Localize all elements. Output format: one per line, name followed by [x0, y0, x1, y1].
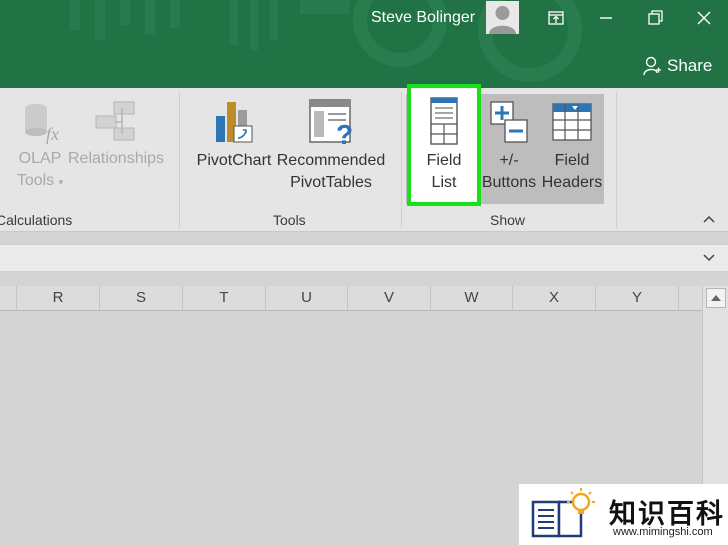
column-header-partial[interactable]	[0, 286, 17, 310]
plus-minus-buttons-button[interactable]: +/- Buttons	[480, 100, 538, 194]
watermark-url: www.mimingshi.com	[613, 526, 713, 538]
olap-label: OLAP	[18, 150, 62, 167]
user-name[interactable]: Steve Bolinger	[371, 9, 475, 27]
pivotchart-icon	[216, 102, 253, 143]
formula-bar[interactable]	[0, 244, 728, 272]
field-label: Field	[426, 152, 462, 169]
watermark-book-lightbulb-logo	[531, 488, 595, 538]
group-separator	[401, 92, 402, 228]
column-header-partial[interactable]	[679, 286, 702, 310]
relationships-icon	[95, 101, 135, 141]
scroll-up-button[interactable]	[706, 288, 726, 308]
olap-tools-button[interactable]: fx OLAP Tools ▾	[10, 100, 70, 193]
svg-text:?: ?	[336, 119, 353, 146]
column-header-r[interactable]: R	[17, 286, 100, 310]
recommended-pivottables-icon: ?	[309, 99, 353, 146]
buttons-label: Buttons	[481, 174, 537, 191]
group-label-calculations: Calculations	[0, 212, 73, 228]
column-headers: R S T U V W X Y	[0, 286, 702, 311]
relationships-label: Relationships	[68, 150, 165, 167]
headers-label: Headers	[541, 174, 603, 191]
column-header-x[interactable]: X	[513, 286, 596, 310]
restore-icon[interactable]	[645, 8, 665, 28]
column-header-y[interactable]: Y	[596, 286, 679, 310]
plus-minus-buttons-icon	[490, 101, 528, 143]
field-list-button[interactable]: Field List	[411, 96, 477, 194]
column-header-s[interactable]: S	[100, 286, 183, 310]
tools-label: Tools	[16, 172, 55, 189]
column-header-t[interactable]: T	[183, 286, 266, 310]
plus-minus-label: +/-	[499, 152, 519, 169]
ribbon: fx OLAP Tools ▾ Relationships Calculatio…	[0, 84, 728, 232]
field-headers-icon	[552, 103, 592, 141]
ribbon-display-options-icon[interactable]	[546, 8, 566, 28]
share-label: Share	[667, 56, 713, 75]
pivotchart-button[interactable]: PivotChart	[196, 98, 272, 172]
collapse-ribbon-icon[interactable]	[702, 212, 716, 226]
relationships-button[interactable]: Relationships	[68, 100, 164, 170]
dropdown-caret-icon: ▾	[58, 177, 64, 187]
expand-formula-bar-icon[interactable]	[702, 251, 716, 265]
group-label-tools: Tools	[273, 212, 306, 228]
title-bar-background-pattern	[70, 0, 582, 82]
field-headers-field-label: Field	[554, 152, 590, 169]
column-header-v[interactable]: V	[348, 286, 431, 310]
share-button[interactable]: Share	[643, 55, 712, 77]
recommended-label: Recommended	[276, 152, 386, 169]
column-header-u[interactable]: U	[266, 286, 348, 310]
column-header-w[interactable]: W	[431, 286, 513, 310]
list-label: List	[431, 174, 457, 191]
svg-text:fx: fx	[46, 124, 59, 144]
scroll-up-arrow-icon	[711, 295, 721, 301]
pivotchart-label: PivotChart	[196, 152, 272, 169]
group-label-show: Show	[490, 212, 526, 228]
watermark: 知识百科 www.mimingshi.com	[519, 484, 728, 545]
pivottables-label: PivotTables	[290, 174, 372, 191]
field-list-icon	[430, 97, 458, 145]
minimize-icon[interactable]	[596, 8, 616, 28]
group-separator	[179, 92, 180, 228]
field-headers-button[interactable]: Field Headers	[540, 100, 604, 194]
user-avatar-icon[interactable]	[486, 1, 519, 34]
title-bar: Steve Bolinger Share	[0, 0, 728, 88]
close-icon[interactable]	[694, 8, 714, 28]
share-person-icon	[643, 56, 661, 76]
recommended-pivottables-button[interactable]: ? Recommended PivotTables	[276, 98, 386, 194]
group-separator	[616, 92, 617, 228]
olap-tools-icon: fx	[25, 104, 59, 144]
